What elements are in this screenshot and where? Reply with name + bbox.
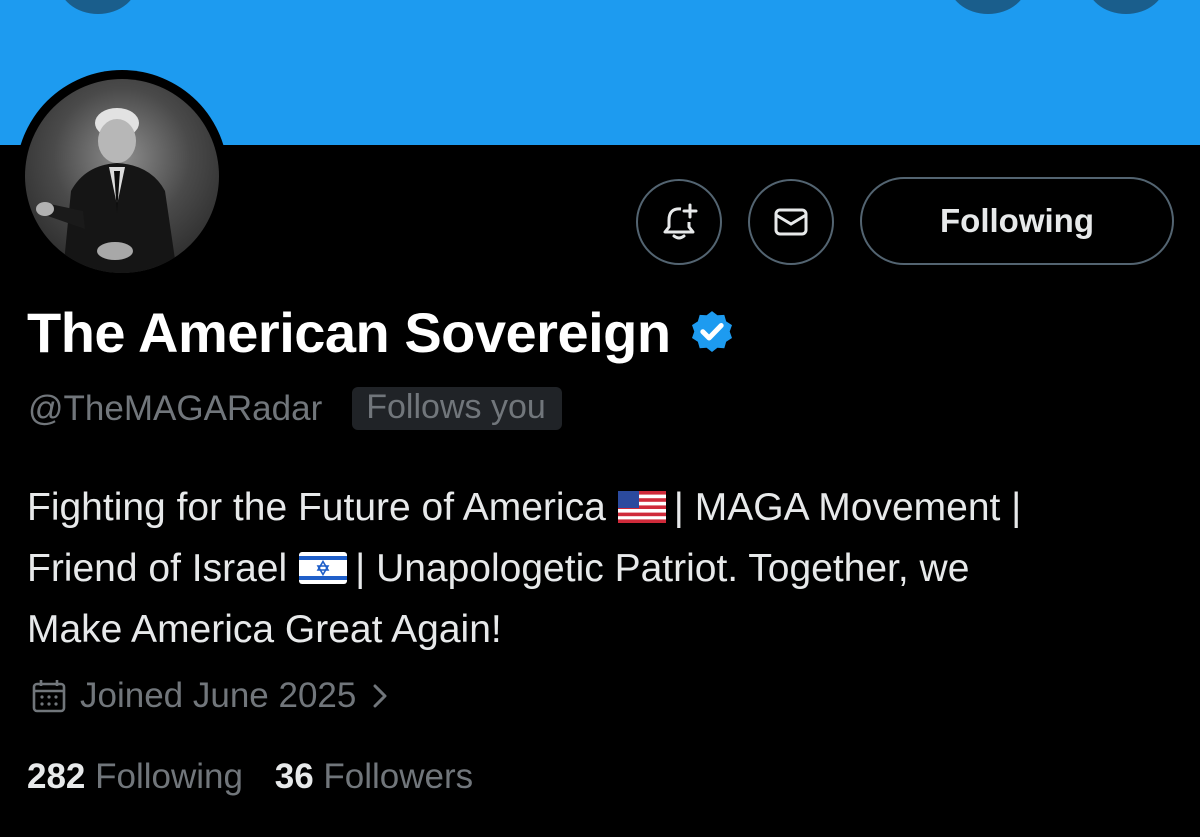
follows-you-badge: Follows you: [352, 387, 562, 430]
followers-label: Followers: [323, 757, 474, 796]
bio-line-3: Make America Great Again!: [27, 608, 502, 651]
bio-text-2: Friend of Israel: [27, 547, 288, 590]
envelope-icon: [774, 208, 808, 236]
following-count: 282: [27, 757, 86, 796]
avatar[interactable]: [25, 79, 219, 273]
calendar-icon: [32, 680, 66, 713]
more-button[interactable]: [1086, 0, 1166, 14]
bell-plus-icon: [663, 203, 698, 240]
search-button[interactable]: [948, 0, 1028, 14]
display-name: The American Sovereign: [27, 301, 671, 364]
joined-date[interactable]: Joined June 2025: [30, 676, 392, 716]
joined-label: Joined June 2025: [80, 676, 357, 715]
bio: Fighting for the Future of America | MAG…: [27, 477, 1187, 660]
handle-row: @TheMAGARadar Follows you: [28, 387, 562, 430]
bio-text-1: Fighting for the Future of America: [27, 486, 606, 529]
notify-button[interactable]: [636, 179, 722, 265]
chevron-right-icon: [373, 684, 387, 708]
israel-flag-icon: [299, 551, 348, 584]
us-flag-icon: [617, 490, 666, 523]
bio-text-1b: | MAGA Movement |: [673, 486, 1022, 529]
message-button[interactable]: [748, 179, 834, 265]
following-button[interactable]: Following: [860, 177, 1174, 265]
bio-text-2b: | Unapologetic Patriot. Together, we: [355, 547, 970, 590]
following-stat[interactable]: 282 Following: [27, 757, 243, 796]
bio-line-2: Friend of Israel | Unapologetic Patriot.…: [27, 538, 1187, 599]
follow-stats: 282 Following 36 Followers: [27, 757, 473, 797]
followers-stat[interactable]: 36 Followers: [275, 757, 473, 796]
back-button[interactable]: [58, 0, 138, 14]
following-label: Following: [95, 757, 243, 796]
display-name-row: The American Sovereign: [27, 300, 737, 365]
handle: @TheMAGARadar: [28, 388, 323, 428]
followers-count: 36: [274, 757, 314, 796]
bio-line-1: Fighting for the Future of America | MAG…: [27, 477, 1187, 538]
avatar-portrait-icon: [36, 108, 177, 273]
verified-badge-icon[interactable]: [687, 308, 737, 358]
